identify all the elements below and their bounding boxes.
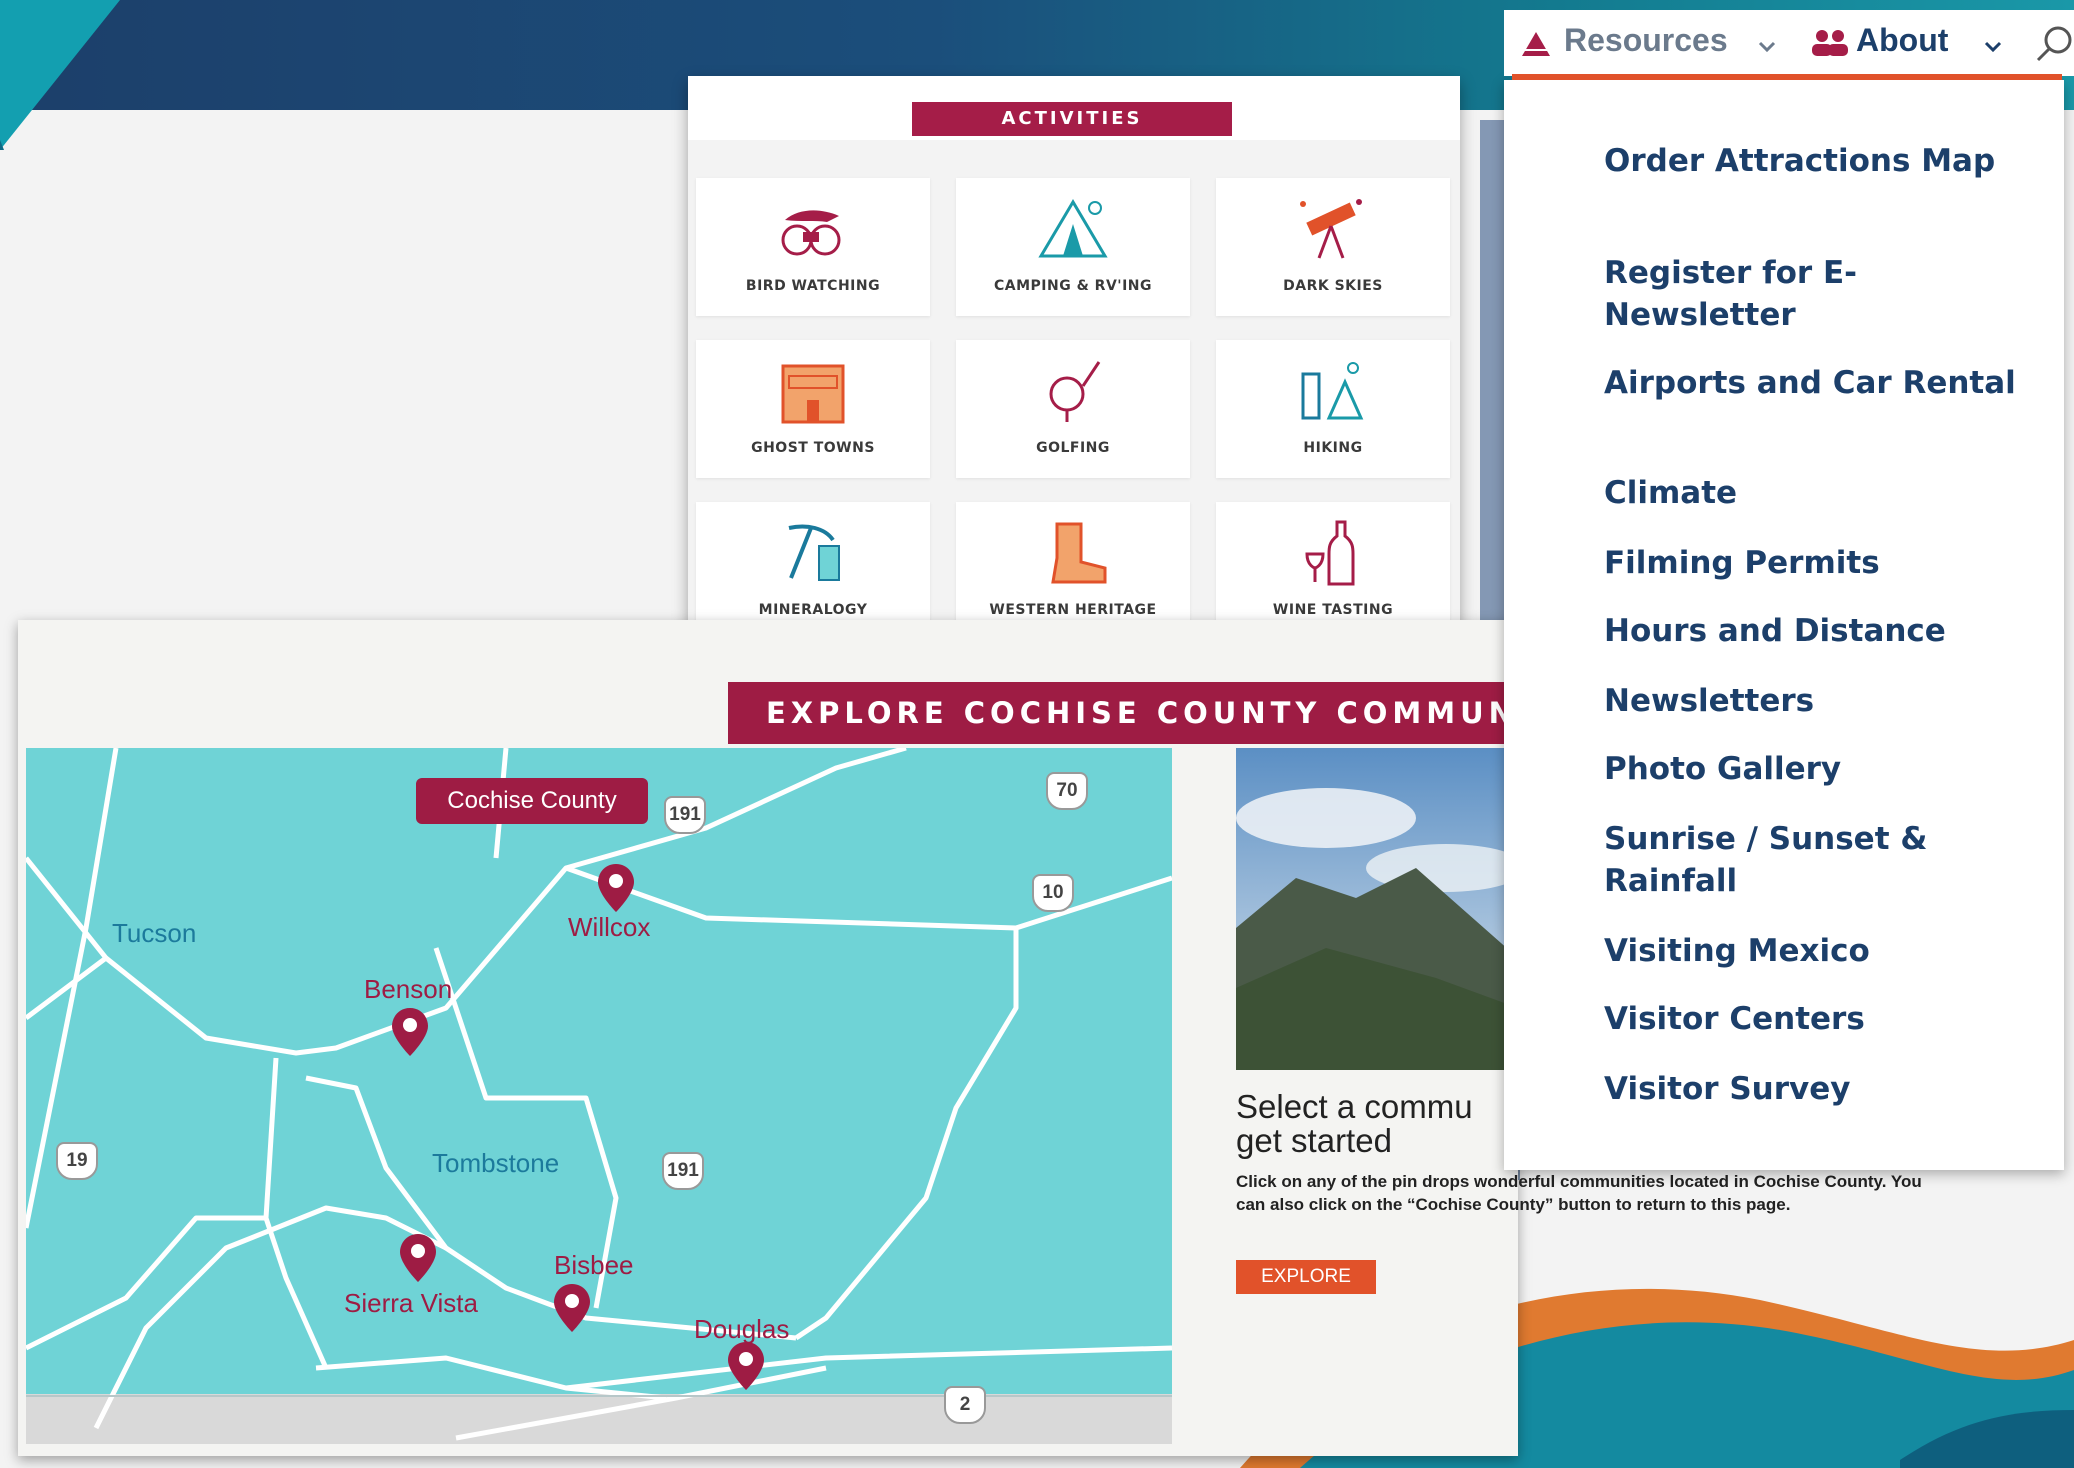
pin-icon-bisbee[interactable] <box>552 1282 592 1336</box>
pin-icon-benson[interactable] <box>390 1006 430 1060</box>
select-community-title: Select a commu <box>1236 1090 1473 1124</box>
highway-shield: 191 <box>664 796 706 834</box>
highway-shield: 191 <box>662 1152 704 1190</box>
tile-label: GHOST TOWNS <box>751 440 875 456</box>
tile-label: CAMPING & RV'ING <box>994 278 1152 294</box>
menu-item-register-newsletter[interactable]: Register for E-Newsletter <box>1604 252 2044 336</box>
activities-panel: ACTIVITIES BIRD WATCHING CAMPING & RV'IN… <box>688 76 1460 654</box>
nav-active-underline <box>1512 74 2062 80</box>
pin-icon-douglas[interactable] <box>726 1340 766 1394</box>
explore-button[interactable]: EXPLORE <box>1236 1260 1376 1294</box>
tile-label: DARK SKIES <box>1283 278 1383 294</box>
menu-item-order-attractions-map[interactable]: Order Attractions Map <box>1604 140 2044 182</box>
tile-bird-watching[interactable]: BIRD WATCHING <box>696 178 930 316</box>
old-building-icon <box>781 364 845 424</box>
highway-shield: 10 <box>1032 874 1074 912</box>
menu-item-filming-permits[interactable]: Filming Permits <box>1604 542 2044 584</box>
explore-description: Click on any of the pin drops wonderful … <box>1236 1172 1922 1214</box>
city-label-willcox[interactable]: Willcox <box>568 912 650 943</box>
chevron-down-icon <box>1758 41 1776 53</box>
menu-item-visiting-mexico[interactable]: Visiting Mexico <box>1604 930 2044 972</box>
select-community-title-2: get started <box>1236 1122 1392 1159</box>
pyramid-icon <box>1522 32 1550 56</box>
tile-label: WESTERN HERITAGE <box>989 602 1157 618</box>
highway-shield: 2 <box>944 1386 986 1424</box>
tile-dark-skies[interactable]: DARK SKIES <box>1216 178 1450 316</box>
tile-label: WINE TASTING <box>1272 602 1394 618</box>
tile-ghost-towns[interactable]: GHOST TOWNS <box>696 340 930 478</box>
menu-item-hours-distance[interactable]: Hours and Distance <box>1604 610 2044 652</box>
golf-icon <box>1049 361 1101 422</box>
top-nav: Resources About <box>1504 10 2074 76</box>
chevron-down-icon <box>1984 41 2002 53</box>
wine-bottle-icon <box>1305 520 1355 586</box>
nav-about[interactable]: About <box>1856 22 1948 59</box>
tent-icon <box>1038 199 1108 258</box>
city-label-tucson: Tucson <box>112 918 197 948</box>
cochise-county-button[interactable]: Cochise County <box>416 778 648 824</box>
highway-shield: 19 <box>56 1142 98 1180</box>
menu-item-airports[interactable]: Airports and Car Rental <box>1604 362 2044 404</box>
tile-label: MINERALOGY <box>758 602 868 618</box>
tile-camping[interactable]: CAMPING & RV'ING <box>956 178 1190 316</box>
search-icon[interactable] <box>2034 24 2074 64</box>
hiker-icon <box>1301 362 1364 420</box>
pickaxe-icon <box>788 524 840 581</box>
activities-title: ACTIVITIES <box>912 102 1232 136</box>
pin-icon-sierra-vista[interactable] <box>398 1232 438 1286</box>
cowboy-boot-icon <box>1051 522 1107 584</box>
city-label-bisbee[interactable]: Bisbee <box>554 1250 634 1281</box>
activities-header: ACTIVITIES <box>688 76 1460 140</box>
tile-golfing[interactable]: GOLFING <box>956 340 1190 478</box>
explore-title: EXPLORE COCHISE COUNTY COMMUNIT <box>728 682 1528 744</box>
menu-item-photo-gallery[interactable]: Photo Gallery <box>1604 748 2044 790</box>
tile-label: BIRD WATCHING <box>745 278 881 294</box>
nav-resources[interactable]: Resources <box>1564 22 1728 59</box>
city-label-tombstone[interactable]: Tombstone <box>432 1148 559 1179</box>
city-label-benson[interactable]: Benson <box>364 974 452 1005</box>
menu-item-visitor-survey[interactable]: Visitor Survey <box>1604 1068 2044 1110</box>
menu-item-climate[interactable]: Climate <box>1604 472 2044 514</box>
people-icon <box>1812 30 1848 56</box>
binoculars-icon <box>781 210 841 256</box>
tile-label: GOLFING <box>1036 440 1110 456</box>
menu-item-newsletters[interactable]: Newsletters <box>1604 680 2044 722</box>
pin-icon-willcox[interactable] <box>596 862 636 916</box>
menu-item-visitor-centers[interactable]: Visitor Centers <box>1604 998 2044 1040</box>
community-photo <box>1236 748 1518 1070</box>
tile-hiking[interactable]: HIKING <box>1216 340 1450 478</box>
city-label-sierra-vista[interactable]: Sierra Vista <box>344 1288 478 1319</box>
tile-label: HIKING <box>1303 440 1363 456</box>
menu-item-sunrise-sunset[interactable]: Sunrise / Sunset & Rainfall <box>1604 818 2044 902</box>
county-map[interactable] <box>26 748 1172 1444</box>
resources-dropdown: Order Attractions Map Register for E-New… <box>1504 80 2064 1170</box>
highway-shield: 70 <box>1046 772 1088 810</box>
telescope-icon <box>1300 199 1362 259</box>
